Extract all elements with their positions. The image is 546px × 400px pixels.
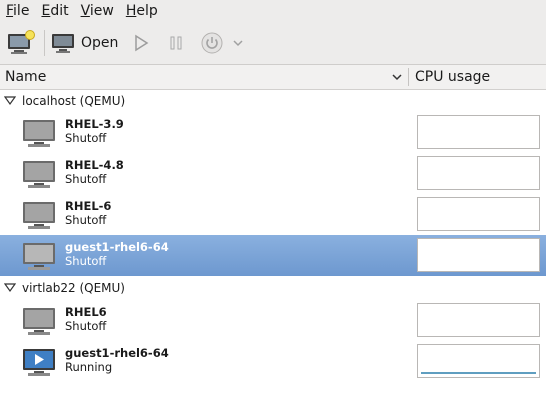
cpu-usage-line [421, 372, 536, 374]
header-cpu-usage[interactable]: CPU usage [415, 65, 490, 89]
shutdown-menu-button[interactable] [232, 26, 244, 60]
vm-shutoff-icon [23, 243, 55, 270]
vm-shutoff-icon [23, 120, 55, 147]
vm-state: Shutoff [65, 213, 107, 227]
vm-shutoff-icon [23, 202, 55, 229]
power-icon [201, 32, 223, 54]
connection-row[interactable]: localhost (QEMU) [0, 90, 546, 112]
chevron-down-icon [233, 40, 243, 47]
vm-row[interactable]: RHEL6 Shutoff [0, 300, 546, 341]
cpu-usage-graph [417, 115, 540, 149]
vm-shutoff-icon [23, 308, 55, 335]
vm-name: RHEL-3.9 [65, 117, 124, 131]
expander-triangle-icon[interactable] [4, 96, 16, 106]
vm-name: RHEL-4.8 [65, 158, 124, 172]
header-name[interactable]: Name [5, 65, 46, 89]
vm-row[interactable]: RHEL-3.9 Shutoff [0, 112, 546, 153]
toolbar: Open [0, 22, 546, 65]
cpu-usage-graph [417, 344, 540, 378]
connection-label: localhost (QEMU) [22, 94, 126, 108]
vm-state: Shutoff [65, 254, 107, 268]
cpu-usage-graph [417, 303, 540, 337]
connection-row[interactable]: virtlab22 (QEMU) [0, 277, 546, 299]
run-button[interactable] [132, 26, 150, 60]
vm-state: Running [65, 360, 113, 374]
cpu-usage-graph [417, 197, 540, 231]
vm-state: Shutoff [65, 131, 107, 145]
cpu-usage-graph [417, 238, 540, 272]
header-divider[interactable] [408, 68, 409, 86]
pause-button[interactable] [168, 26, 184, 60]
menu-file[interactable]: File [0, 0, 35, 22]
vm-row-selected[interactable]: guest1-rhel6-64 Shutoff [0, 235, 546, 276]
vm-row[interactable]: RHEL-6 Shutoff [0, 194, 546, 235]
toolbar-separator [44, 30, 45, 56]
new-vm-icon [8, 30, 35, 54]
menu-edit[interactable]: Edit [35, 0, 74, 22]
vm-name: RHEL-6 [65, 199, 112, 213]
shutdown-button[interactable] [200, 26, 224, 60]
column-header: Name CPU usage [0, 65, 546, 90]
expander-triangle-icon[interactable] [4, 283, 16, 293]
menu-view[interactable]: View [75, 0, 120, 22]
vm-row[interactable]: RHEL-4.8 Shutoff [0, 153, 546, 194]
open-button[interactable]: Open [51, 26, 118, 60]
open-button-label: Open [81, 35, 119, 51]
column-chevron-down-icon[interactable] [391, 73, 403, 82]
connection-label: virtlab22 (QEMU) [22, 281, 125, 295]
vm-state: Shutoff [65, 172, 107, 186]
menu-help[interactable]: Help [120, 0, 164, 22]
play-icon [135, 34, 149, 52]
monitor-icon [52, 34, 74, 53]
vm-name: guest1-rhel6-64 [65, 346, 169, 360]
vm-name: RHEL6 [65, 305, 107, 319]
vm-name: guest1-rhel6-64 [65, 240, 169, 254]
new-vm-button[interactable] [6, 26, 36, 60]
menubar: File Edit View Help [0, 0, 546, 22]
vm-shutoff-icon [23, 161, 55, 188]
pause-icon [170, 36, 182, 50]
vm-running-icon [23, 349, 55, 376]
cpu-usage-graph [417, 156, 540, 190]
vm-row[interactable]: guest1-rhel6-64 Running [0, 341, 546, 382]
vm-state: Shutoff [65, 319, 107, 333]
